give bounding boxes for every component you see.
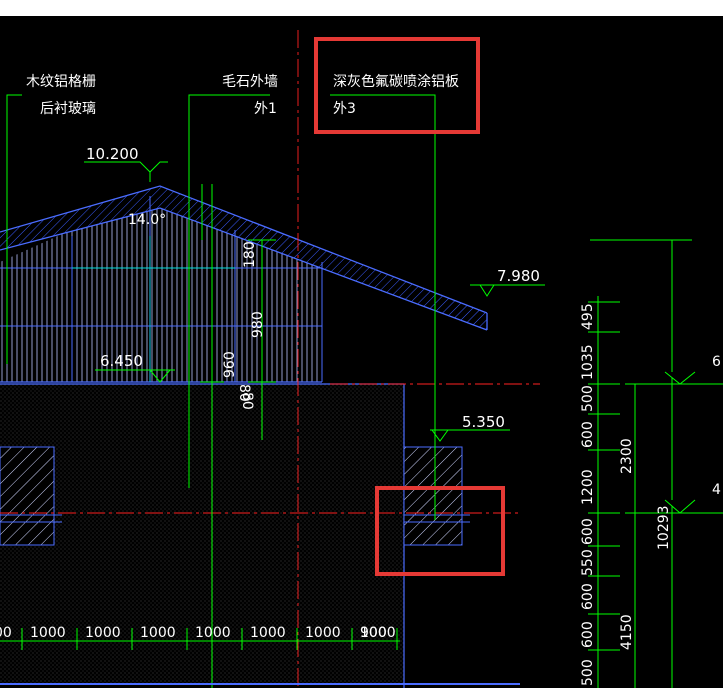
elevation-drawing: 木纹铝格栅 后衬玻璃 毛石外墙 外1 深灰色氟碳喷涂铝板 外3 10.200 7…: [0, 0, 723, 688]
bottom-dim-label: 1000: [30, 625, 66, 641]
right-dim-label: 600: [580, 421, 596, 448]
eave-right-level: 7.980: [497, 267, 540, 285]
bottom-dimension-labels: 001000100010001000100010001000900: [0, 625, 396, 641]
right-dimension-labels-col1: 495 1035 500 600 1200 600 550 600 600 500: [580, 303, 596, 686]
inner-dim-d: 960: [222, 351, 238, 378]
bottom-dim-label: 1000: [305, 625, 341, 641]
panel-label-line2: 外3: [333, 101, 356, 117]
right-dim-label: 550: [580, 549, 596, 576]
right-window-section: [403, 446, 470, 546]
lower-wall-block: [0, 383, 405, 688]
inner-dim-e: 80: [239, 392, 255, 410]
eave-left-level: 6.450: [100, 352, 143, 370]
right-dim-label: 500: [580, 385, 596, 412]
right-dim-label: 600: [580, 621, 596, 648]
inner-dim-c: 980: [250, 311, 266, 338]
stone-label-line1: 毛石外墙: [222, 74, 278, 90]
bottom-dim-label: 00: [0, 625, 12, 641]
right-edge-label: 6: [712, 354, 721, 370]
inner-dim-a: 180: [242, 241, 258, 268]
bottom-dim-label: 1000: [140, 625, 176, 641]
grille-label-line1: 木纹铝格栅: [26, 74, 96, 90]
right-dim-label: 10293: [656, 505, 672, 550]
cad-drawing-viewport[interactable]: 木纹铝格栅 后衬玻璃 毛石外墙 外1 深灰色氟碳喷涂铝板 外3 10.200 7…: [0, 0, 723, 688]
right-dimension-labels-col3: 10293: [656, 505, 672, 550]
right-dim-label: 500: [580, 659, 596, 686]
bottom-dim-label: 900: [360, 625, 387, 641]
right-dim-label: 1035: [580, 344, 596, 380]
sill-level: 5.350: [462, 413, 505, 431]
stone-label-line2: 外1: [254, 101, 277, 117]
right-edge-label: 4: [712, 482, 721, 498]
right-dim-label: 495: [580, 303, 596, 330]
bottom-dim-label: 1000: [195, 625, 231, 641]
bottom-dim-label: 1000: [85, 625, 121, 641]
right-dim-label: 600: [580, 583, 596, 610]
right-dim-label: 1200: [580, 469, 596, 505]
left-window-section: [0, 446, 62, 546]
right-dim-label: 2300: [619, 438, 635, 474]
bottom-dim-label: 1000: [250, 625, 286, 641]
top-window-strip: [0, 0, 723, 16]
panel-label-line1: 深灰色氟碳喷涂铝板: [333, 73, 459, 90]
grille-label-line2: 后衬玻璃: [40, 100, 96, 117]
roof-angle: 14.0°: [128, 212, 166, 228]
right-dim-label: 600: [580, 518, 596, 545]
right-dim-label: 4150: [619, 614, 635, 650]
ridge-level: 10.200: [86, 145, 139, 163]
